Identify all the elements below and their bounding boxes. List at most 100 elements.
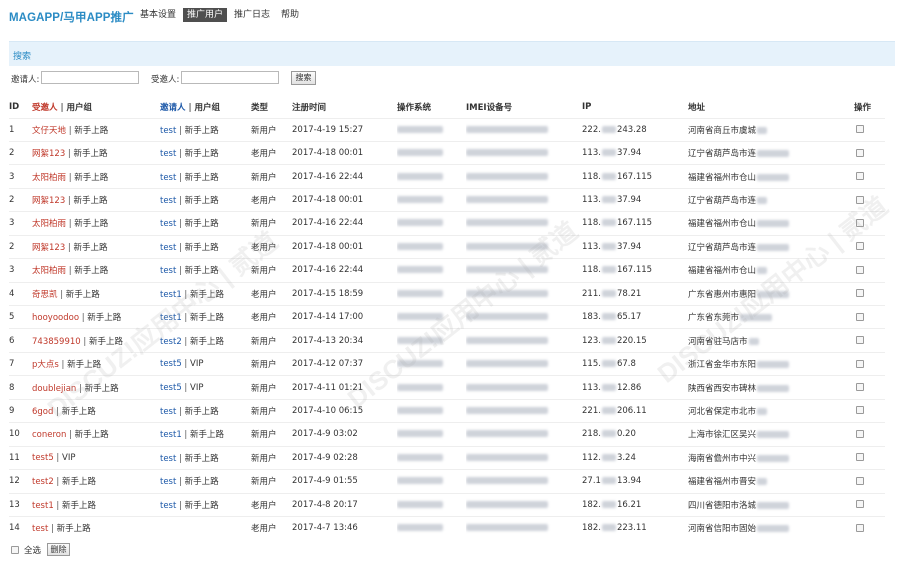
inviter-group: 新手上路 (184, 125, 219, 136)
nav-promoted-users[interactable]: 推广用户 (183, 8, 228, 22)
row-checkbox[interactable] (856, 476, 864, 485)
row-checkbox[interactable] (856, 289, 864, 298)
invitee-link[interactable]: 太阳柏雨 (32, 219, 66, 229)
table-row: 1 文仔天地 | 新手上路 test | 新手上路 新用户 2017-4-19 15:2… (9, 117, 885, 142)
inviter-link[interactable]: test (160, 501, 176, 511)
select-all-label[interactable]: 全选 (24, 544, 41, 556)
invitee-link[interactable]: p大点s (32, 360, 59, 370)
row-checkbox[interactable] (856, 336, 864, 345)
row-checkbox[interactable] (856, 172, 864, 181)
row-checkbox[interactable] (856, 383, 864, 392)
row-checkbox[interactable] (856, 195, 864, 204)
invitee-group: 新手上路 (74, 219, 109, 230)
row-checkbox[interactable] (856, 500, 864, 509)
cell-action (854, 422, 885, 447)
inviter-input[interactable] (41, 71, 139, 84)
search-button[interactable]: 搜索 (291, 71, 316, 85)
row-checkbox[interactable] (856, 312, 864, 321)
cell-invitee: 太阳柏雨 | 新手上路 (32, 164, 160, 189)
inviter-link[interactable]: test (160, 196, 176, 206)
inviter-link[interactable]: test (160, 243, 176, 253)
cell-imei (466, 281, 582, 306)
invitee-link[interactable]: 网絮123 (32, 149, 65, 159)
invitee-link[interactable]: 网絮123 (32, 243, 65, 253)
row-checkbox[interactable] (856, 453, 864, 462)
nav-help[interactable]: 帮助 (277, 8, 303, 22)
row-checkbox[interactable] (856, 265, 864, 274)
row-checkbox[interactable] (856, 523, 864, 532)
cell-imei (466, 164, 582, 189)
invitee-link[interactable]: test (32, 524, 48, 534)
select-all-checkbox[interactable] (11, 545, 19, 554)
address-redacted (757, 407, 768, 415)
cell-invitee: test | 新手上路 (32, 515, 160, 540)
cell-type: 老用户 (251, 515, 292, 540)
table-row: 6 743859910 | 新手上路 test2 | 新手上路 新用户 2017-4-1… (9, 328, 885, 353)
row-checkbox[interactable] (856, 125, 864, 134)
inviter-link[interactable]: test (160, 454, 176, 464)
cell-reg-time: 2017-4-13 20:34 (292, 328, 397, 353)
cell-address: 河南省商丘市虞城 (688, 117, 854, 142)
row-checkbox[interactable] (856, 148, 864, 157)
delete-button[interactable]: 删除 (47, 543, 71, 556)
invitee-link[interactable]: 奇思凯 (32, 290, 58, 300)
os-redacted (397, 477, 443, 485)
inviter-link[interactable]: test (160, 173, 176, 183)
inviter-group: 新手上路 (190, 313, 225, 324)
inviter-link[interactable]: test1 (160, 430, 182, 440)
inviter-link[interactable]: test2 (160, 337, 182, 347)
invitee-link[interactable]: hooyoodoo (32, 313, 79, 323)
row-checkbox[interactable] (856, 218, 864, 227)
invitee-group: 新手上路 (62, 500, 97, 511)
ip-redacted (601, 219, 616, 227)
inviter-link[interactable]: test5 (160, 359, 182, 369)
inviter-link[interactable]: test (160, 477, 176, 487)
row-checkbox[interactable] (856, 242, 864, 251)
imei-redacted (466, 453, 548, 461)
cell-id: 2 (9, 187, 32, 212)
invitee-link[interactable]: test2 (32, 477, 54, 487)
header-imei: IMEI设备号 (466, 102, 513, 113)
ip-redacted (601, 149, 616, 157)
cell-invitee: test1 | 新手上路 (32, 492, 160, 517)
invitee-link[interactable]: test5 (32, 453, 54, 463)
cell-action (854, 140, 885, 165)
invitee-link[interactable]: 文仔天地 (32, 126, 66, 136)
nav-basic-settings[interactable]: 基本设置 (136, 8, 180, 22)
table-row: 3 太阳柏雨 | 新手上路 test | 新手上路 新用户 2017-4-16 22:4… (9, 164, 885, 189)
inviter-link[interactable]: test (160, 219, 176, 229)
inviter-link[interactable]: test (160, 149, 176, 159)
cell-os (397, 281, 466, 306)
inviter-group: 新手上路 (184, 453, 219, 464)
cell-inviter: test2 | 新手上路 (160, 328, 251, 353)
inviter-link[interactable]: test5 (160, 383, 182, 393)
inviter-link[interactable]: test (160, 266, 176, 276)
invitee-link[interactable]: 太阳柏雨 (32, 173, 66, 183)
invitee-link[interactable]: doublejian (32, 384, 76, 394)
invitee-link[interactable]: 6god (32, 407, 53, 417)
invitee-link[interactable]: 太阳柏雨 (32, 266, 66, 276)
nav-promotion-log[interactable]: 推广日志 (230, 8, 274, 22)
row-checkbox[interactable] (856, 359, 864, 368)
inviter-link[interactable]: test1 (160, 290, 182, 300)
invitee-link[interactable]: 743859910 (32, 337, 81, 347)
cell-action (854, 469, 885, 493)
header-action: 操作 (854, 102, 872, 113)
row-checkbox[interactable] (856, 429, 864, 438)
cell-os (397, 469, 466, 493)
row-checkbox[interactable] (856, 406, 864, 415)
inviter-link[interactable]: test1 (160, 313, 182, 323)
invitee-input[interactable] (181, 71, 279, 84)
invitee-link[interactable]: coneron (32, 430, 66, 440)
inviter-link[interactable]: test (160, 126, 176, 136)
invitee-link[interactable]: 网絮123 (32, 196, 65, 206)
cell-inviter: test1 | 新手上路 (160, 304, 251, 329)
cell-type: 新用户 (251, 211, 292, 236)
os-redacted (397, 149, 443, 157)
invitee-link[interactable]: test1 (32, 501, 54, 511)
inviter-link[interactable]: test (160, 407, 176, 417)
inviter-group: 新手上路 (184, 477, 219, 488)
cell-inviter: test1 | 新手上路 (160, 422, 251, 447)
invitee-group: 新手上路 (84, 383, 119, 394)
cell-address: 辽宁省葫芦岛市连 (688, 140, 854, 165)
